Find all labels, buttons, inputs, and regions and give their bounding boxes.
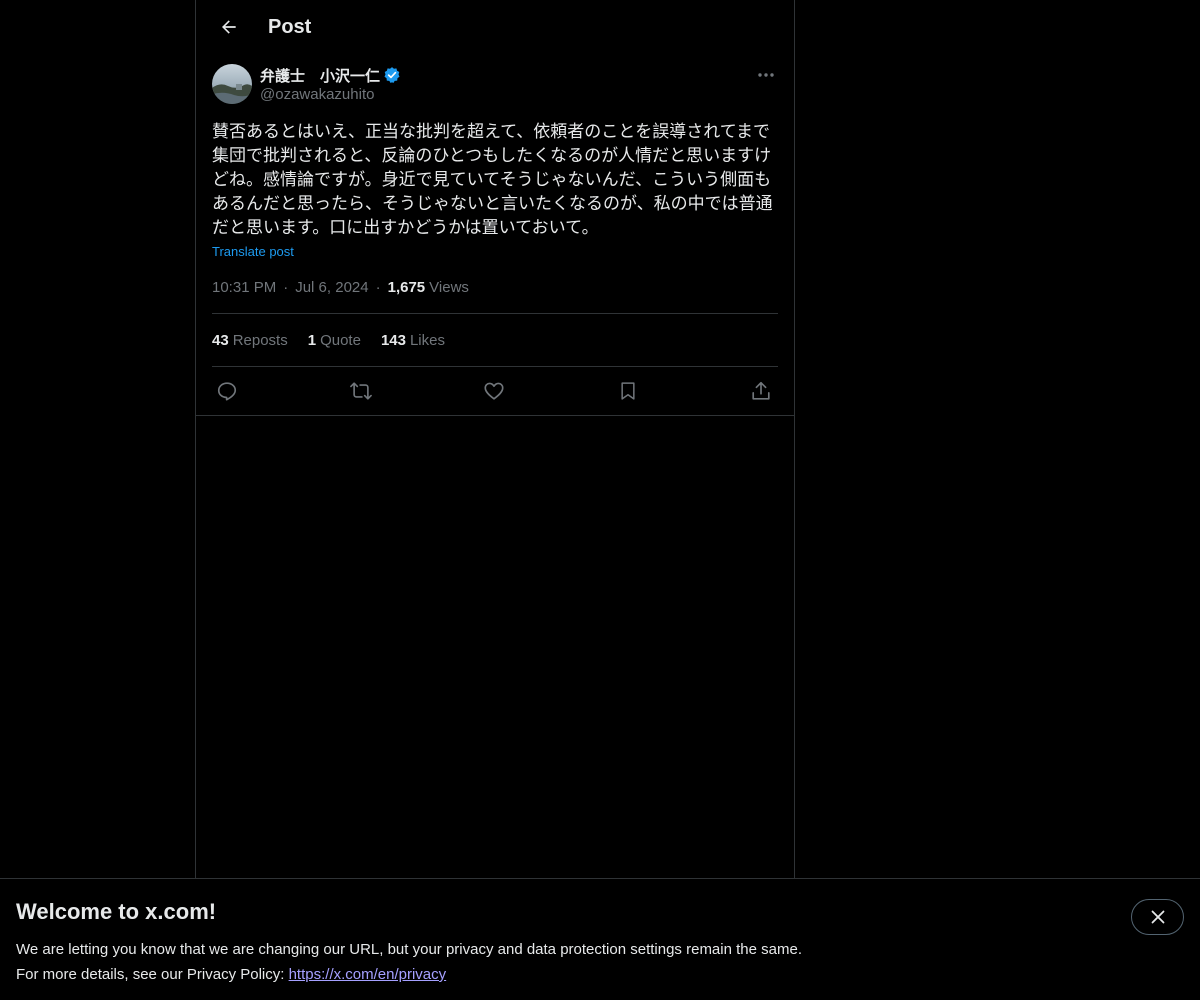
- divider: [196, 415, 794, 416]
- actions-row: [212, 367, 778, 415]
- reply-button[interactable]: [214, 378, 240, 404]
- repost-button[interactable]: [348, 378, 374, 404]
- reposts-count: 43: [212, 331, 229, 349]
- top-bar: Post: [196, 0, 794, 54]
- share-button[interactable]: [748, 378, 774, 404]
- post-time[interactable]: 10:31 PM: [212, 279, 276, 296]
- reposts-stat[interactable]: 43 Reposts: [212, 332, 288, 349]
- banner-line-2-prefix: For more details, see our Privacy Policy…: [16, 966, 289, 983]
- banner-text: We are letting you know that we are chan…: [16, 937, 1184, 987]
- quotes-count: 1: [307, 331, 317, 349]
- repost-icon: [349, 382, 372, 400]
- meta-separator: ·: [375, 278, 381, 296]
- avatar[interactable]: [212, 64, 252, 104]
- post-date[interactable]: Jul 6, 2024: [295, 279, 368, 296]
- share-icon: [752, 381, 770, 400]
- avatar-image: [212, 64, 252, 104]
- quotes-stat[interactable]: 1 Quote: [308, 332, 361, 349]
- page-title: Post: [268, 15, 312, 38]
- likes-count: 143: [380, 331, 406, 349]
- bookmark-icon: [620, 382, 635, 400]
- arrow-left-icon: [222, 20, 236, 34]
- author-handle[interactable]: @ozawakazuhito: [260, 86, 401, 103]
- privacy-policy-link[interactable]: https://x.com/en/privacy: [289, 966, 447, 983]
- back-button[interactable]: [212, 10, 246, 44]
- banner-line-2: For more details, see our Privacy Policy…: [16, 962, 1184, 987]
- stats-row: 43 Reposts 1 Quote 143 Likes: [212, 314, 778, 366]
- more-horizontal-icon: [758, 73, 774, 77]
- author-name[interactable]: 弁護士 小沢一仁: [260, 65, 380, 86]
- heart-icon: [484, 382, 504, 400]
- close-icon: [1151, 910, 1164, 924]
- likes-stat[interactable]: 143 Likes: [381, 332, 445, 349]
- verified-badge-icon[interactable]: [383, 66, 401, 84]
- meta-separator: ·: [283, 278, 289, 296]
- close-banner-button[interactable]: [1131, 899, 1184, 935]
- post: 弁護士 小沢一仁 @ozawakazuhito 賛否あるとはいえ、正当な批判を超…: [196, 64, 794, 416]
- author-row: 弁護士 小沢一仁 @ozawakazuhito: [212, 64, 778, 104]
- more-options-button[interactable]: [754, 64, 778, 86]
- banner-title: Welcome to x.com!: [16, 899, 217, 924]
- post-meta: 10:31 PM · Jul 6, 2024 · 1,675 Views: [212, 277, 778, 313]
- reposts-label: Reposts: [232, 331, 288, 349]
- views-count: 1,675: [387, 278, 426, 296]
- post-text: 賛否あるとはいえ、正当な批判を超えて、依頼者のことを誤導されてまで集団で批判され…: [212, 122, 773, 237]
- banner-line-1: We are letting you know that we are chan…: [16, 941, 802, 958]
- likes-label: Likes: [409, 331, 445, 349]
- bookmark-button[interactable]: [615, 378, 641, 404]
- translate-post-link[interactable]: Translate post: [212, 244, 294, 259]
- main-column: Post 弁護士 小沢一仁 @ozawakazuhito 賛否あるとはいえ、正当…: [195, 0, 795, 878]
- quotes-label: Quote: [320, 331, 361, 349]
- page: Post 弁護士 小沢一仁 @ozawakazuhito 賛否あるとはいえ、正当…: [0, 0, 1200, 1000]
- like-button[interactable]: [481, 378, 507, 404]
- name-line: 弁護士 小沢一仁: [260, 64, 401, 86]
- reply-icon: [217, 382, 237, 401]
- welcome-banner: Welcome to x.com! We are letting you kno…: [0, 878, 1200, 1000]
- views-label: Views: [429, 278, 469, 296]
- author-info: 弁護士 小沢一仁 @ozawakazuhito: [260, 64, 401, 103]
